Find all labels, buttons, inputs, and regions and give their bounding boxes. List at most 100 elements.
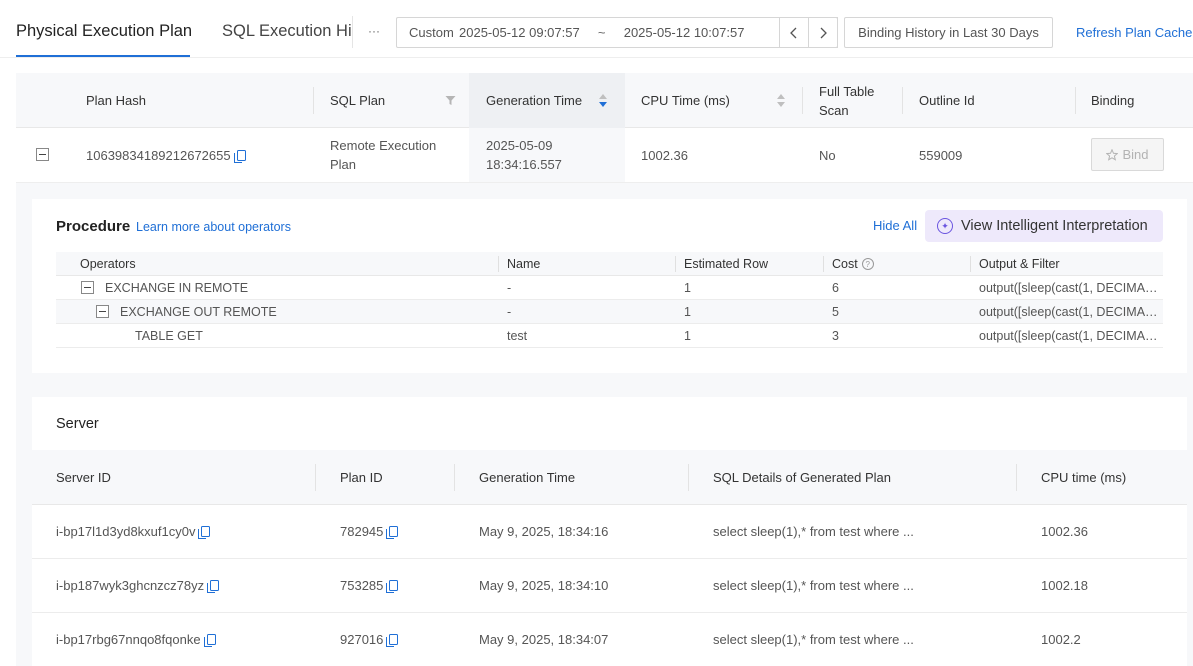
column-separator xyxy=(454,464,455,491)
full-table-scan-cell: No xyxy=(819,147,836,163)
column-cost: Cost ? xyxy=(832,252,874,276)
server-id-value: i-bp17l1d3yd8kxuf1cy0v xyxy=(56,524,196,539)
plan-table-row[interactable]: 10639834189212672655 Remote Execution Pl… xyxy=(16,128,1193,183)
operator-row[interactable]: TABLE GET test 1 3 output([sleep(cast(1,… xyxy=(56,324,1163,348)
copy-icon[interactable] xyxy=(386,580,399,593)
collapse-row-icon[interactable] xyxy=(36,148,49,161)
column-sql-plan: SQL Plan xyxy=(330,93,386,108)
collapse-operator-icon[interactable] xyxy=(96,305,109,318)
ai-button-label: View Intelligent Interpretation xyxy=(961,218,1148,234)
cpu-time-cell: 1002.36 xyxy=(641,147,688,163)
column-plan-id: Plan ID xyxy=(340,470,383,485)
plan-id-value: 753285 xyxy=(340,578,384,593)
tab-physical-execution-plan[interactable]: Physical Execution Plan xyxy=(16,22,192,41)
column-name: Name xyxy=(507,257,541,271)
cpu-time-cell: 1002.2 xyxy=(1041,632,1081,647)
help-icon[interactable]: ? xyxy=(861,258,874,270)
server-id-cell: i-bp17l1d3yd8kxuf1cy0v xyxy=(56,505,211,558)
operator-estimated-row: 1 xyxy=(684,305,691,319)
previous-range-button[interactable] xyxy=(779,17,809,48)
operator-table-header: Operators Name Estimated Row Cost ? Outp… xyxy=(56,252,1163,276)
plan-id-value: 782945 xyxy=(340,524,384,539)
column-cpu-time: CPU time (ms) xyxy=(1041,470,1127,485)
sql-plan-cell: Remote Execution Plan xyxy=(330,138,437,172)
procedure-title: Procedure xyxy=(56,218,131,235)
copy-icon[interactable] xyxy=(198,526,211,539)
time-range-picker[interactable]: Custom 2025-05-12 09:07:57 ~ 2025-05-12 … xyxy=(396,17,838,48)
operator-name: EXCHANGE IN REMOTE xyxy=(105,281,249,295)
operator-estimated-row: 1 xyxy=(684,281,691,295)
sort-desc-icon[interactable] xyxy=(599,94,607,107)
start-time-input[interactable]: 2025-05-12 09:07:57 xyxy=(459,25,580,40)
operator-output-filter[interactable]: output([sleep(cast(1, DECIMAL(1, 0))), t… xyxy=(979,324,1163,348)
copy-icon[interactable] xyxy=(386,526,399,539)
plan-table-header: Plan Hash SQL Plan Generation Time CPU T… xyxy=(16,73,1193,128)
server-id-cell: i-bp187wyk3ghcnzcz78yz xyxy=(56,559,220,612)
plan-id-cell: 782945 xyxy=(340,505,399,558)
plan-id-cell: 753285 xyxy=(340,559,399,612)
copy-icon[interactable] xyxy=(386,634,399,647)
copy-icon[interactable] xyxy=(203,634,216,647)
star-icon xyxy=(1106,148,1119,161)
column-binding: Binding xyxy=(1091,93,1135,108)
bind-button[interactable]: Bind xyxy=(1091,138,1164,171)
view-intelligent-interpretation-button[interactable]: ✦ View Intelligent Interpretation xyxy=(925,210,1163,242)
server-row[interactable]: i-bp17rbg67nnqo8fqonke 927016 May 9, 202… xyxy=(32,613,1187,666)
tab-divider xyxy=(0,57,1193,58)
column-separator xyxy=(823,256,824,272)
sql-details-cell[interactable]: select sleep(1),* from test where ... xyxy=(713,505,914,558)
next-range-button[interactable] xyxy=(808,17,838,48)
operator-name: EXCHANGE OUT REMOTE xyxy=(120,305,277,319)
operator-row[interactable]: EXCHANGE IN REMOTE - 1 6 output([sleep(c… xyxy=(56,276,1163,300)
plan-id-value: 927016 xyxy=(340,632,384,647)
sql-details-cell[interactable]: select sleep(1),* from test where ... xyxy=(713,559,914,612)
binding-history-button[interactable]: Binding History in Last 30 Days xyxy=(844,17,1053,48)
operator-cost: 3 xyxy=(832,329,839,343)
chevron-left-icon xyxy=(790,27,797,38)
column-separator xyxy=(1016,464,1017,491)
more-tabs-icon[interactable]: ··· xyxy=(368,24,380,38)
chevron-right-icon xyxy=(820,27,827,38)
column-cost-label: Cost xyxy=(832,257,858,271)
column-separator xyxy=(970,256,971,272)
column-generation-time[interactable]: Generation Time xyxy=(486,73,582,128)
bind-button-label: Bind xyxy=(1122,147,1149,162)
server-id-cell: i-bp17rbg67nnqo8fqonke xyxy=(56,613,216,666)
column-estimated-row: Estimated Row xyxy=(684,257,769,271)
plan-hash-cell: 10639834189212672655 xyxy=(86,128,246,182)
operator-object-name: - xyxy=(507,281,512,295)
column-full-table-scan: Full Table Scan xyxy=(819,83,875,118)
range-mode-label[interactable]: Custom xyxy=(397,25,459,40)
column-operators: Operators xyxy=(80,257,136,271)
collapse-operator-icon[interactable] xyxy=(81,281,94,294)
column-cpu-time[interactable]: CPU Time (ms) xyxy=(641,73,730,128)
cpu-time-cell: 1002.36 xyxy=(1041,524,1088,539)
operator-name: TABLE GET xyxy=(135,329,203,343)
server-id-value: i-bp187wyk3ghcnzcz78yz xyxy=(56,578,205,593)
hide-all-link[interactable]: Hide All xyxy=(873,218,917,233)
server-row[interactable]: i-bp187wyk3ghcnzcz78yz 753285 May 9, 202… xyxy=(32,559,1187,613)
table-name-link[interactable]: test xyxy=(507,324,527,348)
filter-icon[interactable] xyxy=(445,95,456,106)
learn-more-operators-link[interactable]: Learn more about operators xyxy=(136,220,291,234)
sql-details-cell[interactable]: select sleep(1),* from test where ... xyxy=(713,613,914,666)
operator-row[interactable]: EXCHANGE OUT REMOTE - 1 5 output([sleep(… xyxy=(56,300,1163,324)
tab-sql-execution-history[interactable]: SQL Execution History xyxy=(222,22,352,41)
copy-icon[interactable] xyxy=(207,580,220,593)
operator-cost: 5 xyxy=(832,305,839,319)
range-separator: ~ xyxy=(597,25,606,40)
cpu-time-cell: 1002.18 xyxy=(1041,578,1088,593)
operator-output-filter[interactable]: output([sleep(cast(1, DECIMAL(1, 0))), t… xyxy=(979,300,1163,324)
refresh-plan-cache-link[interactable]: Refresh Plan Cache xyxy=(1076,25,1192,40)
column-separator xyxy=(902,87,903,114)
copy-icon[interactable] xyxy=(233,149,246,163)
column-separator xyxy=(1075,87,1076,114)
sort-icon[interactable] xyxy=(777,94,785,107)
operator-cost: 6 xyxy=(832,281,839,295)
column-output-filter: Output & Filter xyxy=(979,257,1060,271)
server-row[interactable]: i-bp17l1d3yd8kxuf1cy0v 782945 May 9, 202… xyxy=(32,505,1187,559)
operator-output-filter[interactable]: output([sleep(cast(1, DECIMAL(1, 0))), t… xyxy=(979,276,1163,300)
end-time-input[interactable]: 2025-05-12 10:07:57 xyxy=(624,25,745,40)
tab-overflow-separator xyxy=(352,16,353,48)
generation-time-cell: May 9, 2025, 18:34:16 xyxy=(479,524,609,539)
